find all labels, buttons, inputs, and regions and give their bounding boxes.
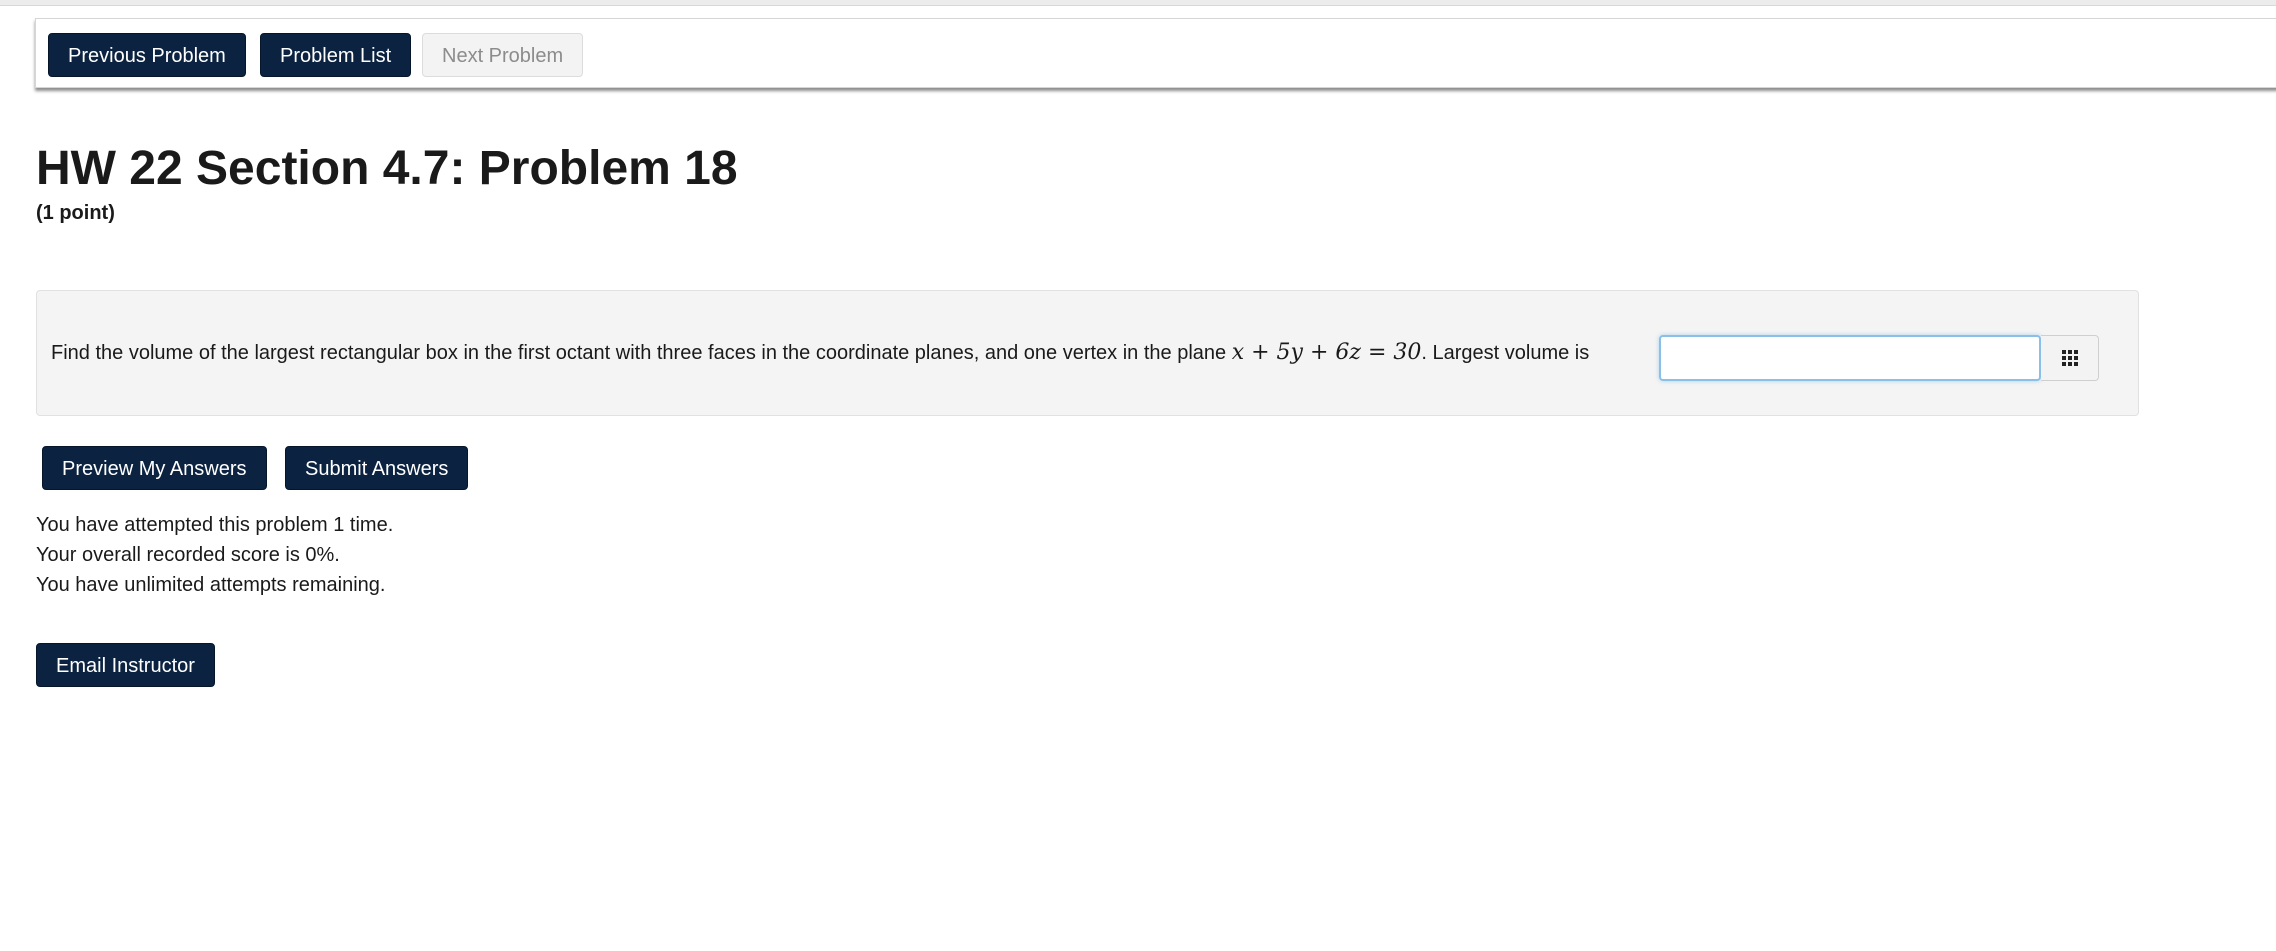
problem-points: (1 point): [36, 202, 115, 224]
email-instructor-button[interactable]: Email Instructor: [36, 643, 215, 687]
grid-icon: [2061, 350, 2078, 366]
remaining-attempts-text: You have unlimited attempts remaining.: [36, 574, 386, 596]
answer-input[interactable]: [1659, 335, 2041, 381]
top-strip: [0, 0, 2276, 6]
plane-equation: x + 5y + 6z = 30: [1231, 340, 1422, 365]
previous-problem-button[interactable]: Previous Problem: [48, 33, 246, 77]
page-title: HW 22 Section 4.7: Problem 18: [36, 142, 738, 195]
attempt-status: You have attempted this problem 1 time. …: [36, 510, 393, 600]
problem-text-before: Find the volume of the largest rectangul…: [51, 342, 1232, 364]
preview-answers-button[interactable]: Preview My Answers: [42, 446, 267, 490]
problem-statement: Find the volume of the largest rectangul…: [51, 291, 1589, 415]
next-problem-button[interactable]: Next Problem: [422, 33, 584, 77]
problem-navigation: Previous Problem Problem List Next Probl…: [35, 18, 2276, 88]
equation-editor-button[interactable]: [2041, 335, 2099, 381]
problem-statement-box: Find the volume of the largest rectangul…: [36, 290, 2139, 416]
problem-text-after: . Largest volume is: [1421, 342, 1590, 364]
submit-answers-button[interactable]: Submit Answers: [285, 446, 469, 490]
problem-list-button[interactable]: Problem List: [260, 33, 412, 77]
attempts-text: You have attempted this problem 1 time.: [36, 514, 394, 536]
score-text: Your overall recorded score is 0%.: [36, 544, 340, 566]
